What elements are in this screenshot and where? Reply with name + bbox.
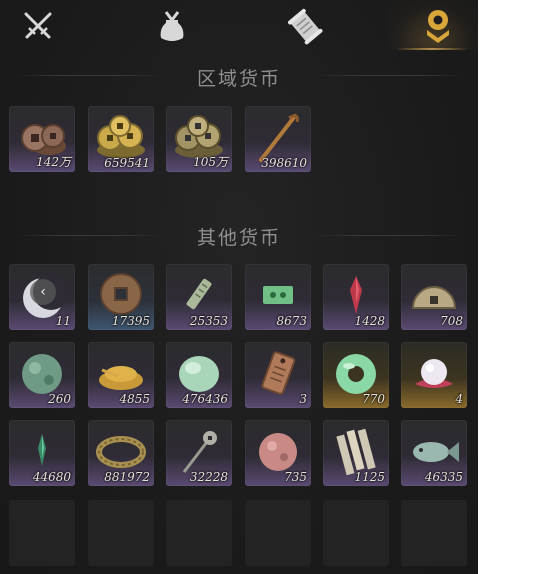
item-quantity: 4855 bbox=[119, 392, 150, 406]
scroll-icon bbox=[288, 8, 323, 45]
item-quantity: 735 bbox=[284, 470, 307, 484]
currency-badge-icon bbox=[427, 10, 449, 43]
currency-slot[interactable]: 4 bbox=[401, 342, 467, 408]
currency-slot[interactable]: 1125 bbox=[323, 420, 389, 486]
currency-slot[interactable]: 25353 bbox=[166, 264, 232, 330]
back-button[interactable]: ‹ bbox=[30, 279, 56, 305]
item-quantity: 46335 bbox=[424, 470, 463, 484]
tab-currency[interactable] bbox=[416, 6, 460, 46]
currency-slot[interactable]: 4855 bbox=[88, 342, 154, 408]
currency-slot[interactable]: 46335 bbox=[401, 420, 467, 486]
item-quantity: 398610 bbox=[261, 156, 307, 170]
item-quantity: 8673 bbox=[276, 314, 307, 328]
currency-slot[interactable]: 770 bbox=[323, 342, 389, 408]
item-quantity: 770 bbox=[362, 392, 385, 406]
empty-slot bbox=[88, 500, 154, 566]
item-quantity: 3 bbox=[299, 392, 307, 406]
item-quantity: 260 bbox=[48, 392, 71, 406]
currency-slot[interactable]: 142万 bbox=[9, 106, 75, 172]
item-quantity: 881972 bbox=[104, 470, 150, 484]
item-quantity: 32228 bbox=[189, 470, 228, 484]
empty-slot bbox=[401, 500, 467, 566]
currency-slot[interactable]: 8673 bbox=[245, 264, 311, 330]
currency-slot[interactable]: 3 bbox=[245, 342, 311, 408]
empty-slot bbox=[323, 500, 389, 566]
item-quantity: 11 bbox=[55, 314, 71, 328]
item-quantity: 25353 bbox=[189, 314, 228, 328]
currency-slot[interactable]: 659541 bbox=[88, 106, 154, 172]
empty-slot bbox=[245, 500, 311, 566]
section-title-other: 其他货币 bbox=[196, 227, 281, 249]
item-quantity: 708 bbox=[440, 314, 463, 328]
currency-slot[interactable]: 398610 bbox=[245, 106, 311, 172]
currency-slot[interactable]: 881972 bbox=[88, 420, 154, 486]
item-quantity: 105万 bbox=[193, 155, 228, 169]
tab-scrolls[interactable] bbox=[284, 6, 328, 46]
currency-slot[interactable]: 708 bbox=[401, 264, 467, 330]
chevron-left-icon: ‹ bbox=[40, 284, 46, 300]
crossed-swords-icon bbox=[24, 12, 52, 39]
currency-slot[interactable]: 17395 bbox=[88, 264, 154, 330]
empty-slot bbox=[9, 500, 75, 566]
pouch-icon bbox=[160, 11, 184, 41]
item-quantity: 17395 bbox=[111, 314, 150, 328]
currency-slot[interactable]: 105万 bbox=[166, 106, 232, 172]
currency-slot[interactable]: 44680 bbox=[9, 420, 75, 486]
item-quantity: 142万 bbox=[36, 155, 71, 169]
item-quantity: 476436 bbox=[182, 392, 228, 406]
currency-slot[interactable]: 1428 bbox=[323, 264, 389, 330]
currency-slot[interactable]: 32228 bbox=[166, 420, 232, 486]
tab-bar bbox=[0, 0, 478, 50]
active-tab-underline bbox=[396, 48, 468, 50]
currency-panel: 区域货币 142万 659541 105万 398610 其他货币 11 17395 25… bbox=[0, 0, 478, 574]
item-quantity: 1428 bbox=[354, 314, 385, 328]
section-title-regional: 区域货币 bbox=[196, 68, 281, 90]
currency-slot[interactable]: 735 bbox=[245, 420, 311, 486]
item-quantity: 659541 bbox=[104, 156, 150, 170]
currency-slot[interactable]: 476436 bbox=[166, 342, 232, 408]
item-quantity: 44680 bbox=[32, 470, 71, 484]
item-quantity: 4 bbox=[455, 392, 463, 406]
tab-equipment[interactable] bbox=[16, 6, 60, 46]
empty-slot bbox=[166, 500, 232, 566]
item-quantity: 1125 bbox=[354, 470, 385, 484]
currency-slot[interactable]: 260 bbox=[9, 342, 75, 408]
tab-bag[interactable] bbox=[150, 6, 194, 46]
